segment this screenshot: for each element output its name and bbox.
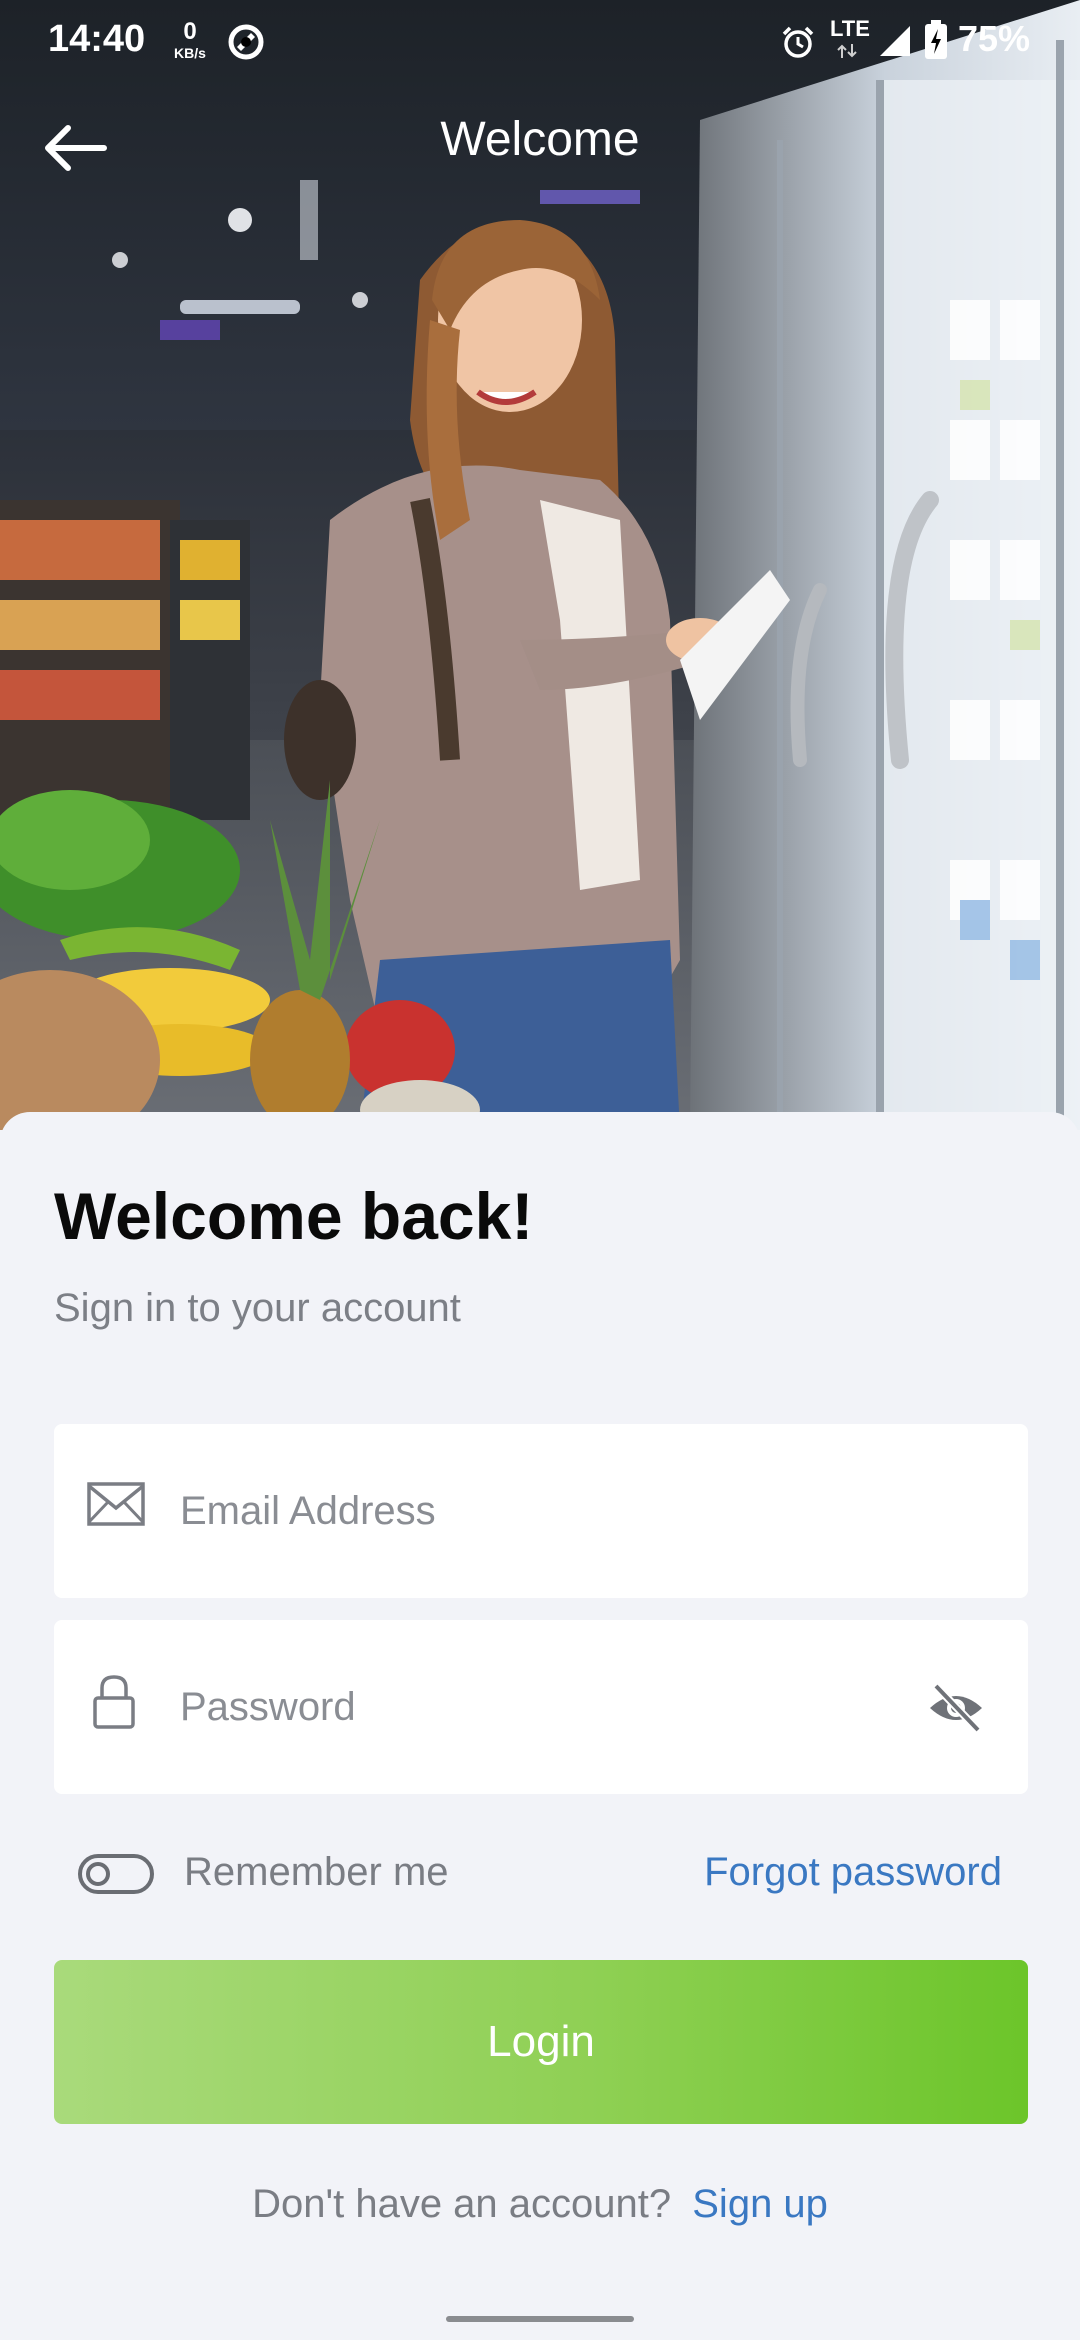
net-speed-value: 0 [183,18,197,45]
app-notification-icon [226,22,266,67]
page-title: Welcome [440,113,640,166]
password-input[interactable] [180,1660,940,1754]
battery-charging-icon [924,20,948,65]
envelope-icon [86,1480,146,1533]
remember-row: Remember me Forgot password [54,1840,1028,1910]
toggle-knob [86,1862,110,1886]
battery-level: 75% [958,18,1031,59]
net-speed-unit: KB/s [174,45,206,61]
eye-off-icon[interactable] [926,1678,986,1738]
data-activity-icon [836,44,858,63]
home-indicator[interactable] [446,2316,634,2322]
hero-image [0,0,1080,1130]
alarm-icon [780,24,816,65]
remember-me-label[interactable]: Remember me [184,1850,449,1895]
lock-icon [92,1674,136,1735]
net-speed-indicator: 0 KB/s [168,18,212,61]
welcome-heading: Welcome back! [54,1179,534,1253]
login-button[interactable]: Login [54,1960,1028,2124]
signup-link[interactable]: Sign up [692,2182,828,2226]
forgot-password-link[interactable]: Forgot password [704,1850,1002,1895]
status-time: 14:40 [48,18,146,60]
signup-prompt: Don't have an account? [252,2182,672,2226]
password-field[interactable] [54,1620,1028,1794]
email-field[interactable] [54,1424,1028,1598]
signup-row: Don't have an account? Sign up [0,2182,1080,2227]
status-bar: 14:40 0 KB/s LTE 75% [0,0,1080,84]
email-input[interactable] [180,1464,940,1558]
remember-me-toggle[interactable] [78,1854,154,1894]
signal-icon [878,24,912,63]
network-type: LTE [830,16,870,41]
welcome-subheading: Sign in to your account [54,1286,461,1330]
